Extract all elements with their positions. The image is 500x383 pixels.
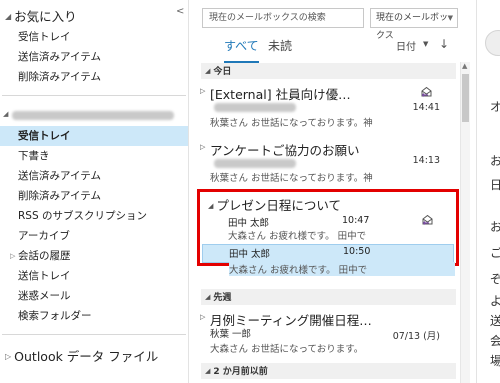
redacted-sender [214, 159, 296, 168]
divider [2, 95, 186, 96]
tab-all[interactable]: すべて [224, 37, 259, 63]
expand-triangle-icon[interactable]: ▷ [200, 313, 205, 321]
search-input[interactable]: 現在のメールボックスの検索 [202, 8, 364, 28]
conversation-sender: 田中 太郎 [228, 218, 270, 229]
scroll-up-icon[interactable]: ▲ [462, 62, 467, 70]
message-item[interactable]: ▷ 月例ミーティング開催日程… 秋葉 一郎 07/13 (月) 大森さん お世話… [200, 310, 454, 362]
scrollbar-thumb[interactable] [462, 74, 469, 122]
conversation-preview: 大森さん お疲れ様です。 田中で [229, 262, 455, 276]
message-list-scrollbar[interactable]: ▲ [460, 62, 470, 383]
outlook-data-file-header[interactable]: ▷ Outlook データ ファイル [5, 346, 158, 365]
folder-deleted-items[interactable]: 削除済みアイテム [0, 186, 188, 206]
message-preview: 大森さん お世話になっております。 [210, 344, 364, 355]
folder-junk-email[interactable]: 迷惑メール [0, 286, 188, 306]
reading-text-fragment: 場 [490, 352, 500, 369]
avatar [485, 30, 500, 56]
conversation-thread[interactable]: ◢ プレゼン日程について 田中 太郎 10:47 大森さん お疲れ様です。 田中で… [197, 189, 459, 266]
collapse-triangle-icon[interactable]: ◢ [5, 12, 11, 21]
conversation-time: 10:50 [343, 246, 371, 257]
favorite-inbox[interactable]: 受信トレイ [0, 27, 188, 47]
reading-text-fragment: ご [490, 244, 500, 261]
sort-direction-icon[interactable]: ↓ [439, 37, 449, 51]
reading-text-fragment: ぞ [490, 270, 500, 287]
message-time: 14:13 [412, 155, 440, 166]
message-subject: アンケートご協力のお願い [210, 143, 360, 158]
folder-sent-items[interactable]: 送信済みアイテム [0, 166, 188, 186]
reading-text-fragment: お [490, 218, 500, 235]
conversation-preview: 大森さん お疲れ様です。 田中で [228, 231, 367, 242]
reading-text-fragment: 会 [490, 332, 500, 349]
collapse-triangle-icon[interactable]: ◢ [3, 110, 8, 118]
redacted-sender [214, 103, 296, 112]
collapse-triangle-icon[interactable]: ◢ [205, 293, 210, 301]
chevron-down-icon[interactable]: ▼ [423, 40, 428, 48]
message-subject: [External] 社員向け優… [210, 87, 351, 102]
conversation-item-selected[interactable]: 田中 太郎 10:50 [202, 244, 454, 263]
group-header-today[interactable]: ◢ 今日 [201, 63, 456, 79]
reading-pane: オ お 日 お ご ぞ よ 送 会 場 [476, 0, 500, 383]
folder-outbox[interactable]: 送信トレイ [0, 266, 188, 286]
collapse-triangle-icon[interactable]: ◢ [205, 67, 210, 75]
folder-rss-subscriptions[interactable]: RSS のサブスクリプション [0, 206, 188, 226]
collapse-triangle-icon[interactable]: ◢ [205, 367, 210, 375]
reading-text-fragment: 送 [490, 312, 500, 329]
message-preview: 秋葉さん お世話になっております。神 [210, 118, 373, 129]
folder-pane: < ◢ お気に入り 受信トレイ 送信済みアイテム 削除済みアイテム ◢ 受信トレイ… [0, 0, 189, 383]
folder-drafts[interactable]: 下書き [0, 146, 188, 166]
folder-search-folders[interactable]: 検索フォルダー [0, 306, 188, 326]
conversation-item[interactable]: 田中 太郎 10:47 大森さん お疲れ様です。 田中で [202, 211, 454, 243]
search-scope-dropdown[interactable]: 現在のメールボックス ▼ [370, 8, 458, 41]
message-time: 14:41 [412, 102, 440, 113]
conversation-time: 10:47 [342, 215, 370, 226]
reply-icon [421, 86, 432, 97]
folder-inbox[interactable]: 受信トレイ [0, 126, 188, 146]
group-header-two-months-ago[interactable]: ◢ 2 か月前以前 [201, 363, 456, 379]
favorite-sent-items[interactable]: 送信済みアイテム [0, 47, 188, 67]
expand-triangle-icon[interactable]: ▷ [200, 143, 205, 151]
reading-text-fragment: オ [490, 98, 500, 115]
message-item[interactable]: ▷ アンケートご協力のお願い 14:13 秋葉さん お世話になっております。神 [200, 140, 454, 188]
reading-text-fragment: 日 [490, 176, 500, 193]
account-header[interactable]: ◢ [0, 104, 188, 126]
folder-archive[interactable]: アーカイブ [0, 226, 188, 246]
collapse-folder-pane-icon[interactable]: < [176, 6, 184, 17]
favorites-header[interactable]: ◢ お気に入り [5, 6, 77, 25]
message-preview: 秋葉さん お世話になっております。神 [210, 173, 373, 184]
message-list-pane: 現在のメールボックスの検索 現在のメールボックス ▼ すべて 未読 日付 ▼ ↓… [194, 0, 476, 383]
message-time: 07/13 (月) [392, 331, 440, 342]
collapse-triangle-icon[interactable]: ◢ [208, 202, 213, 210]
expand-triangle-icon[interactable]: ▷ [10, 246, 15, 266]
reading-text-fragment: お [490, 152, 500, 169]
reading-text-fragment: よ [490, 292, 500, 309]
message-item[interactable]: ▷ [External] 社員向け優… 14:41 秋葉さん お世話になっており… [200, 84, 454, 134]
expand-triangle-icon[interactable]: ▷ [5, 352, 11, 361]
message-sender: 秋葉 一郎 [210, 329, 252, 340]
divider [2, 334, 186, 335]
chevron-down-icon: ▼ [447, 14, 453, 22]
expand-triangle-icon[interactable]: ▷ [200, 87, 205, 95]
reply-icon [422, 214, 433, 225]
tab-unread[interactable]: 未読 [268, 37, 292, 59]
sort-by-date-button[interactable]: 日付 [396, 38, 416, 53]
conversation-sender: 田中 太郎 [229, 249, 271, 260]
folder-conversation-history[interactable]: ▷ 会話の履歴 [0, 246, 188, 266]
redacted-account-address [12, 111, 174, 120]
favorite-deleted-items[interactable]: 削除済みアイテム [0, 67, 188, 87]
group-header-last-week[interactable]: ◢ 先週 [201, 289, 456, 305]
